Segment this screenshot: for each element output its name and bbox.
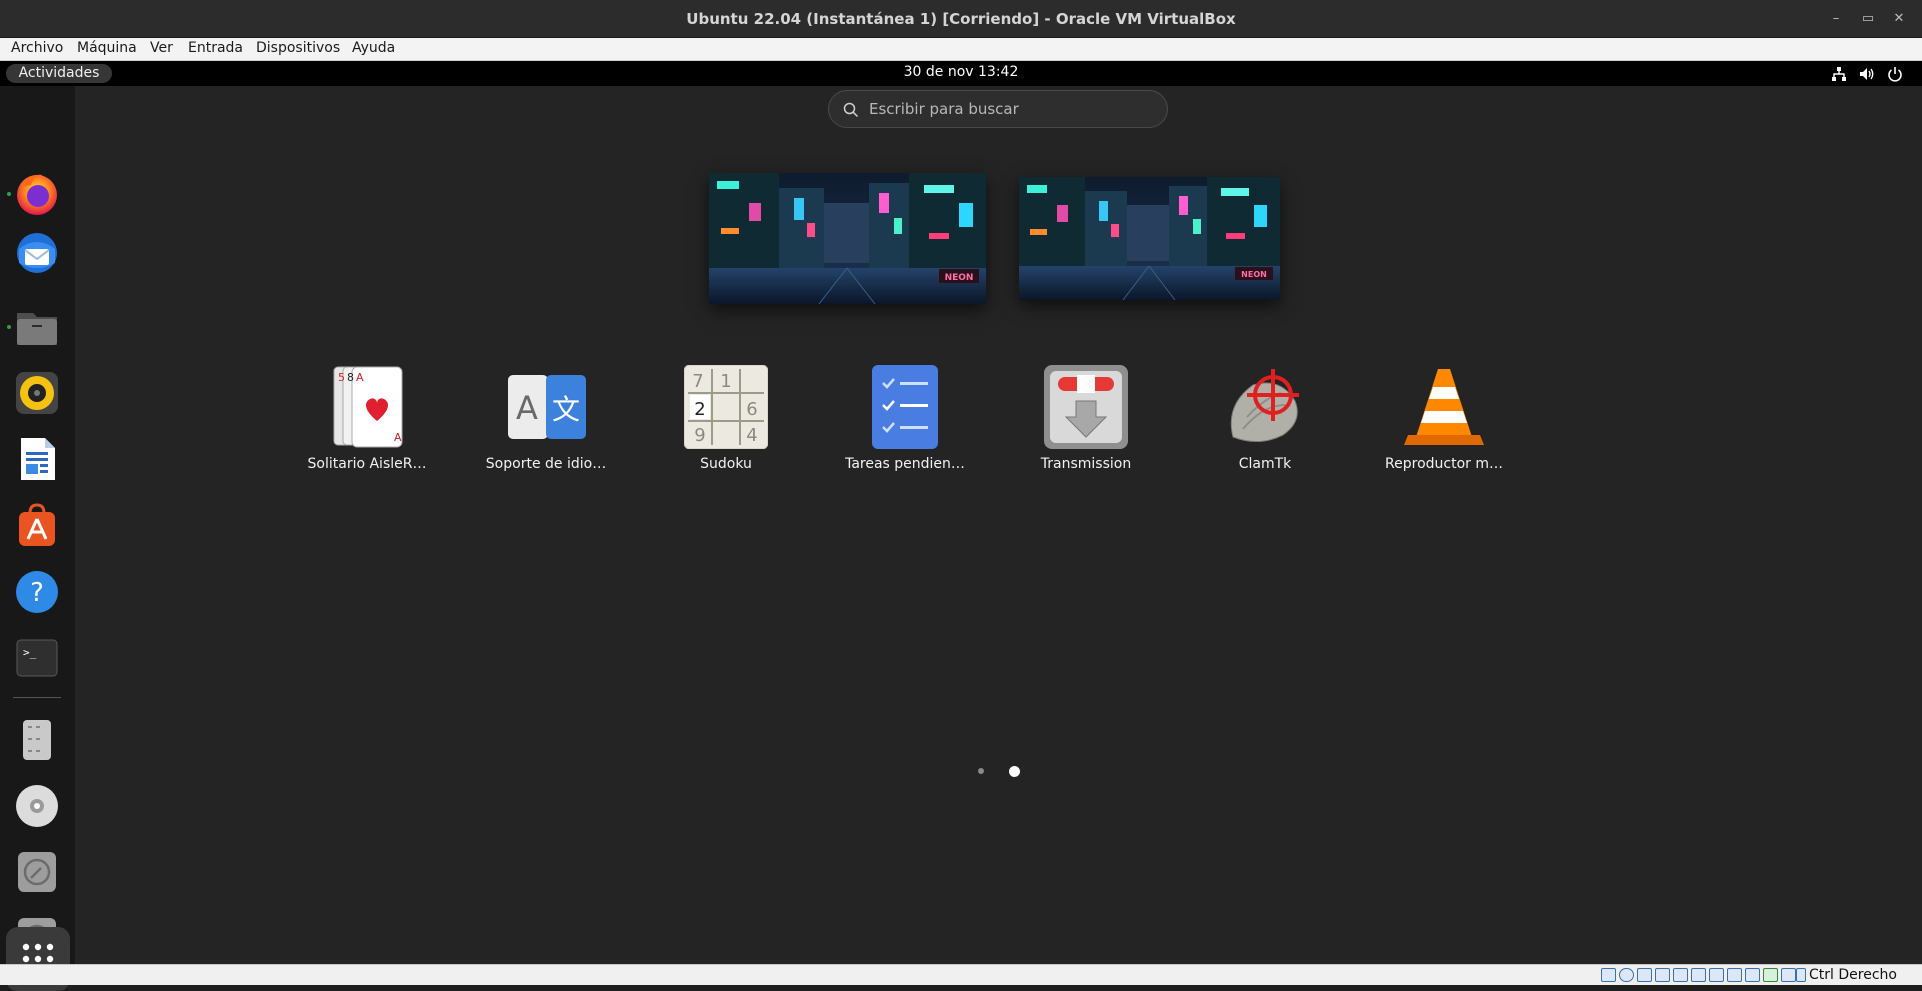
- recording-icon[interactable]: [1727, 968, 1742, 982]
- vbox-status-bar: Ctrl Derecho: [0, 964, 1922, 985]
- svg-text:5: 5: [338, 371, 345, 384]
- vlc-icon: [1404, 369, 1484, 445]
- help-icon[interactable]: ?: [13, 568, 61, 616]
- transmission-icon: [1044, 365, 1128, 449]
- app-clamtk[interactable]: ClamTk: [1185, 365, 1345, 475]
- thunderbird-icon[interactable]: [13, 229, 61, 277]
- clock[interactable]: 30 de nov 13:42: [0, 64, 1922, 80]
- workspace-1[interactable]: NEON: [709, 173, 986, 304]
- menu-maquina[interactable]: Máquina: [77, 40, 137, 56]
- workspace-2[interactable]: NEON: [1019, 177, 1280, 300]
- rhythmbox-icon[interactable]: [13, 369, 61, 417]
- shared-folder-icon[interactable]: [1691, 968, 1706, 982]
- svg-text:A: A: [394, 431, 402, 444]
- volume-icon[interactable]: [1858, 65, 1876, 83]
- app-label: Sudoku: [700, 456, 752, 472]
- display-icon[interactable]: [1709, 968, 1724, 982]
- keyboard-icon[interactable]: [1781, 968, 1796, 982]
- app-label: Solitario AisleR…: [307, 456, 427, 472]
- terminal-icon[interactable]: >_: [13, 634, 61, 682]
- hdd-icon[interactable]: [1601, 968, 1616, 982]
- app-label: Tareas pendien…: [845, 456, 965, 472]
- svg-text:1: 1: [720, 371, 731, 392]
- app-center-icon[interactable]: [13, 501, 61, 549]
- app-label: Soporte de idio…: [485, 456, 607, 472]
- sudoku-icon: 7 1 2 6 9 4: [684, 365, 768, 449]
- svg-text:?: ?: [30, 578, 44, 608]
- app-todo[interactable]: Tareas pendien…: [825, 365, 985, 475]
- svg-text:4: 4: [746, 425, 757, 446]
- optical-disc-icon[interactable]: [13, 848, 61, 896]
- window-title: Ubuntu 22.04 (Instantánea 1) [Corriendo]…: [686, 10, 1236, 28]
- power-icon[interactable]: [1886, 65, 1904, 83]
- aisleriot-icon: 5 8 A A: [333, 366, 403, 448]
- guest-display[interactable]: Actividades 30 de nov 13:42 ? >_ Escribi…: [0, 61, 1922, 991]
- app-label: Transmission: [1040, 456, 1132, 472]
- cpu-icon[interactable]: [1745, 968, 1760, 982]
- app-transmission[interactable]: Transmission: [1006, 365, 1166, 475]
- dock: ? >_: [0, 86, 75, 964]
- app-label: Reproductor m…: [1385, 456, 1503, 472]
- audio-icon[interactable]: [1637, 968, 1652, 982]
- language-support-icon: A 文: [508, 375, 586, 439]
- svg-text:文: 文: [552, 393, 580, 426]
- files-icon[interactable]: [13, 303, 61, 351]
- todo-icon: [872, 365, 938, 449]
- cd-drive-icon[interactable]: [13, 782, 61, 830]
- app-vlc[interactable]: Reproductor m…: [1364, 365, 1524, 475]
- window-title-bar[interactable]: Ubuntu 22.04 (Instantánea 1) [Corriendo]…: [0, 0, 1922, 38]
- gnome-top-bar: Actividades 30 de nov 13:42: [0, 61, 1922, 86]
- minimize-icon[interactable]: –: [1825, 9, 1847, 29]
- host-key-label: Ctrl Derecho: [1809, 967, 1897, 983]
- menu-archivo[interactable]: Archivo: [11, 40, 63, 56]
- svg-text:9: 9: [694, 425, 705, 446]
- app-language-support[interactable]: A 文 Soporte de idio…: [466, 365, 626, 475]
- mouse-integration-icon[interactable]: [1763, 968, 1778, 982]
- vbox-menubar: Archivo Máquina Ver Entrada Dispositivos…: [0, 38, 1922, 61]
- network-status-icon[interactable]: [1655, 968, 1670, 982]
- libreoffice-writer-icon[interactable]: [13, 435, 61, 483]
- neon-sign: NEON: [1241, 270, 1267, 279]
- menu-ver[interactable]: Ver: [150, 40, 173, 56]
- menu-entrada[interactable]: Entrada: [188, 40, 243, 56]
- running-indicator: [7, 192, 11, 196]
- clamtk-icon: [1230, 369, 1299, 442]
- firefox-icon[interactable]: [13, 169, 61, 217]
- close-icon[interactable]: ✕: [1888, 9, 1910, 29]
- network-icon[interactable]: [1830, 65, 1848, 83]
- neon-sign: NEON: [945, 273, 974, 283]
- svg-text:8: 8: [347, 371, 354, 384]
- search-input[interactable]: [869, 98, 1149, 120]
- page-indicator-1[interactable]: [978, 768, 984, 774]
- menu-ayuda[interactable]: Ayuda: [352, 40, 395, 56]
- svg-text:>_: >_: [23, 646, 37, 659]
- running-indicator: [7, 325, 11, 329]
- app-aisleriot[interactable]: 5 8 A A Solitario AisleR…: [287, 365, 447, 475]
- optical-icon[interactable]: [1619, 968, 1634, 982]
- maximize-icon[interactable]: ▭: [1857, 9, 1879, 29]
- app-sudoku[interactable]: 7 1 2 6 9 4 Sudoku: [646, 365, 806, 475]
- svg-text:A: A: [356, 371, 364, 384]
- page-indicator-2[interactable]: [1009, 766, 1020, 777]
- usb-drive-icon[interactable]: [13, 716, 61, 764]
- menu-dispositivos[interactable]: Dispositivos: [256, 40, 340, 56]
- usb-status-icon[interactable]: [1673, 968, 1688, 982]
- svg-text:6: 6: [746, 399, 757, 420]
- search-field[interactable]: [828, 90, 1168, 128]
- app-label: ClamTk: [1238, 456, 1292, 472]
- svg-text:A: A: [516, 389, 538, 427]
- svg-text:2: 2: [694, 399, 705, 420]
- arrow-down-icon[interactable]: [1796, 968, 1806, 982]
- dock-separator: [13, 697, 61, 698]
- svg-text:7: 7: [692, 371, 703, 392]
- search-icon: [843, 102, 859, 118]
